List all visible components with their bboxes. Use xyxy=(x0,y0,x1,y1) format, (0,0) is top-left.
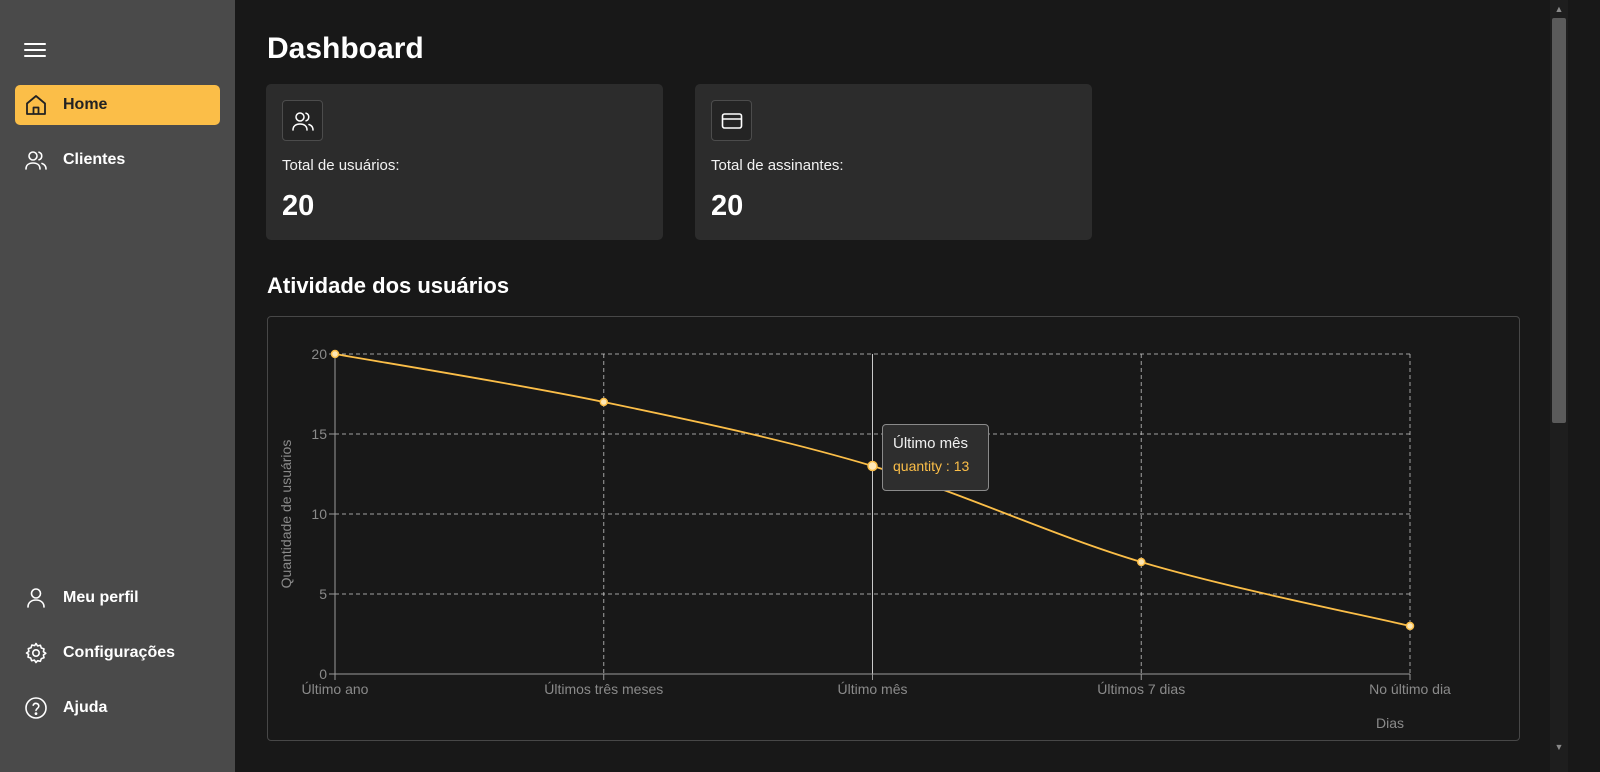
y-tick-label: 15 xyxy=(311,426,327,442)
sidebar-item-label: Configurações xyxy=(63,644,176,661)
credit-card-icon xyxy=(711,100,752,141)
y-axis-label: Quantidade de usuários xyxy=(278,440,294,589)
x-axis-label: Dias xyxy=(1376,715,1404,731)
scroll-up-icon[interactable]: ▲ xyxy=(1552,2,1566,16)
tooltip-value: quantity : 13 xyxy=(893,458,970,474)
card-value: 20 xyxy=(711,190,744,222)
sidebar-item-home[interactable]: Home xyxy=(15,85,220,125)
total-subscribers-card: Total de assinantes: 20 xyxy=(695,84,1092,240)
sidebar-item-configuracoes[interactable]: Configurações xyxy=(15,633,220,673)
sidebar-item-label: Ajuda xyxy=(63,699,108,716)
hamburger-menu-icon[interactable] xyxy=(22,38,48,62)
sidebar-item-ajuda[interactable]: Ajuda xyxy=(15,688,220,728)
sidebar-item-meu-perfil[interactable]: Meu perfil xyxy=(15,578,220,618)
data-point xyxy=(1137,557,1146,567)
total-users-card: Total de usuários: 20 xyxy=(266,84,663,240)
users-icon xyxy=(23,147,49,173)
card-label: Total de assinantes: xyxy=(711,157,844,174)
user-icon xyxy=(23,585,49,611)
data-point-active xyxy=(867,460,878,472)
help-circle-icon xyxy=(23,695,49,721)
line-chart: 0 5 10 15 20 Último ano Últimos três meses Últi… xyxy=(278,346,1451,731)
chart-tooltip: Último mês quantity : 13 xyxy=(882,424,989,491)
sidebar: Home Clientes Meu perfil Configurações A… xyxy=(0,0,235,772)
section-title: Atividade dos usuários xyxy=(267,273,510,298)
scroll-down-icon[interactable]: ▼ xyxy=(1552,740,1566,754)
x-tick-label: Último mês xyxy=(837,681,907,697)
sidebar-item-label: Home xyxy=(63,96,108,113)
sidebar-item-label: Meu perfil xyxy=(63,589,139,606)
user-activity-chart[interactable]: 0 5 10 15 20 Último ano Últimos três meses Últi… xyxy=(267,316,1520,741)
x-tick-label: Últimos três meses xyxy=(544,681,663,697)
gear-icon xyxy=(23,640,49,666)
x-tick-label: No último dia xyxy=(1369,681,1451,697)
window-edge xyxy=(1568,0,1600,772)
x-tick-label: Último ano xyxy=(302,681,369,697)
page-title: Dashboard xyxy=(267,32,424,65)
data-point xyxy=(1405,621,1415,631)
y-tick-label: 5 xyxy=(319,586,327,602)
card-label: Total de usuários: xyxy=(282,157,400,174)
home-icon xyxy=(23,92,49,118)
sidebar-item-clientes[interactable]: Clientes xyxy=(15,140,220,180)
sidebar-item-label: Clientes xyxy=(63,151,126,168)
y-tick-label: 20 xyxy=(311,346,327,362)
data-point xyxy=(330,349,340,359)
scrollbar-thumb[interactable] xyxy=(1552,18,1566,423)
data-point xyxy=(599,397,608,407)
tooltip-title: Último mês xyxy=(893,435,969,452)
card-value: 20 xyxy=(282,190,315,222)
main-content: Dashboard Total de usuários: 20 Total de… xyxy=(235,0,1550,772)
y-tick-label: 10 xyxy=(311,506,327,522)
users-icon xyxy=(282,100,323,141)
y-tick-label: 0 xyxy=(319,666,327,682)
x-tick-label: Últimos 7 dias xyxy=(1097,681,1185,697)
